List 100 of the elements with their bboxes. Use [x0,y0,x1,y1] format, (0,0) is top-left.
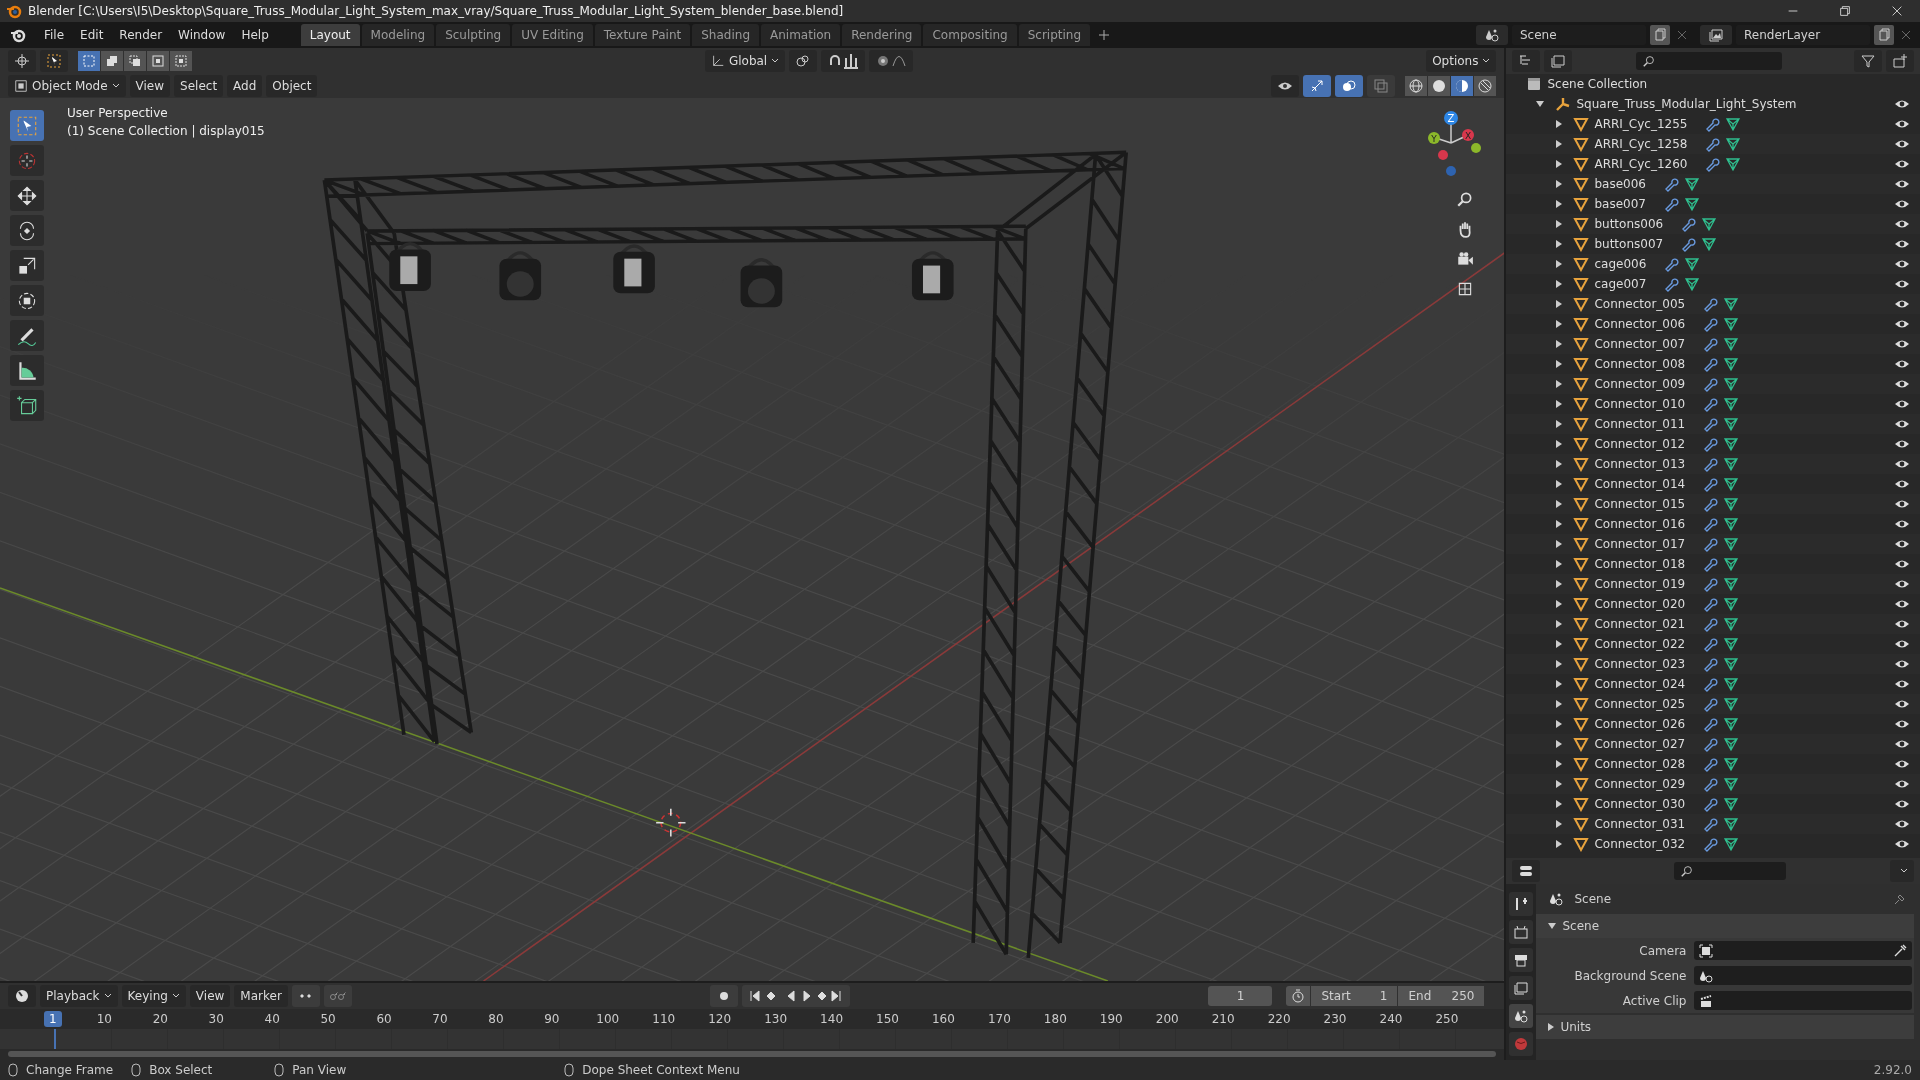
menu-item[interactable]: Edit [72,25,112,45]
mesh-data-icon[interactable] [1723,496,1740,512]
outliner-item[interactable]: Connector_028 [1594,757,1686,771]
tool-button[interactable] [10,390,44,421]
wrench-icon[interactable] [1702,676,1719,692]
timeline-menu[interactable]: Marker [234,985,288,1007]
mesh-data-icon[interactable] [1723,476,1740,492]
outliner-item[interactable]: Connector_025 [1594,697,1686,711]
expand-toggle[interactable] [1556,680,1563,688]
transform-orientation-dropdown[interactable]: Global [704,49,786,72]
copy-icon[interactable] [1650,25,1670,45]
outliner-item[interactable]: Connector_013 [1594,457,1686,471]
wrench-icon[interactable] [1702,436,1719,452]
search-field[interactable] [1674,862,1787,880]
tool-button[interactable] [10,320,44,351]
panel-header[interactable]: Scene [1536,914,1914,938]
expand-toggle[interactable] [1556,200,1563,208]
outliner-item[interactable]: buttons007 [1594,237,1664,251]
new-collection-button[interactable] [1886,50,1914,72]
input-field[interactable] [1694,991,1912,1010]
select-mode-button[interactable] [101,50,123,71]
expand-toggle[interactable] [1556,160,1563,168]
wrench-icon[interactable] [1702,796,1719,812]
snap-button[interactable] [821,49,866,72]
expand-toggle[interactable] [1556,840,1563,848]
workspace-tab[interactable]: Scripting [1018,24,1091,46]
mesh-data-icon[interactable] [1723,356,1740,372]
expand-toggle[interactable] [1556,420,1563,428]
expand-toggle[interactable] [1556,760,1563,768]
expand-toggle[interactable] [1556,800,1563,808]
copy-icon[interactable] [1874,25,1894,45]
panel-title[interactable]: Scene [1562,919,1600,933]
expand-toggle[interactable] [1556,280,1563,288]
outliner-item[interactable]: Connector_012 [1594,437,1686,451]
timeline-menu[interactable]: View [189,985,231,1007]
input-field[interactable] [1694,966,1912,985]
expand-toggle[interactable] [1556,540,1563,548]
image-stack-icon[interactable] [1700,25,1732,45]
pivot-point-button[interactable] [789,49,818,72]
mesh-data-icon[interactable] [1723,456,1740,472]
wrench-icon[interactable] [1704,116,1721,132]
blender-logo-icon[interactable] [10,27,26,43]
mesh-data-icon[interactable] [1723,776,1740,792]
expand-toggle[interactable] [1556,700,1563,708]
mesh-data-icon[interactable] [1723,376,1740,392]
outliner-item[interactable]: Connector_027 [1594,737,1686,751]
expand-toggle[interactable] [1556,440,1563,448]
shading-mode-button[interactable] [1451,75,1474,96]
eyedropper-icon[interactable] [1892,942,1908,959]
wrench-icon[interactable] [1702,456,1719,472]
display-mode-button[interactable] [1512,50,1541,72]
wrench-icon[interactable] [1702,516,1719,532]
wrench-icon[interactable] [1702,736,1719,752]
mesh-data-icon[interactable] [1701,216,1718,232]
workspace-tab[interactable]: Layout [300,24,360,46]
wrench-icon[interactable] [1663,276,1680,292]
stopwatch-icon[interactable] [1286,986,1311,1006]
expand-toggle[interactable] [1556,340,1563,348]
wrench-icon[interactable] [1702,496,1719,512]
wrench-icon[interactable] [1702,776,1719,792]
search-field[interactable] [1636,52,1783,70]
mesh-data-icon[interactable] [1723,556,1740,572]
tool-button[interactable] [10,250,44,281]
mesh-data-icon[interactable] [1723,616,1740,632]
mesh-data-icon[interactable] [1723,316,1740,332]
workspace-tab[interactable]: Animation [761,24,841,46]
wrench-icon[interactable] [1704,136,1721,152]
mesh-data-icon[interactable] [1725,116,1742,132]
workspace-tab[interactable]: Rendering [842,24,922,46]
select-tool-button[interactable] [40,49,68,72]
wrench-icon[interactable] [1702,556,1719,572]
wrench-icon[interactable] [1702,296,1719,312]
wrench-icon[interactable] [1704,156,1721,172]
properties-tab[interactable] [1509,948,1534,972]
panel-title[interactable]: Units [1560,1020,1592,1034]
expand-toggle[interactable] [1556,660,1563,668]
outliner-item[interactable]: Connector_023 [1594,657,1686,671]
menu-item[interactable]: Render [111,25,171,45]
expand-toggle[interactable] [1556,260,1563,268]
select-mode-button[interactable] [124,50,146,71]
scene-icon[interactable] [1476,25,1508,45]
workspace-tab[interactable]: UV Editing [512,24,593,46]
mesh-data-icon[interactable] [1684,276,1701,292]
workspace-tab[interactable]: Modeling [361,24,435,46]
mesh-data-icon[interactable] [1723,816,1740,832]
wrench-icon[interactable] [1702,596,1719,612]
tool-button[interactable] [10,180,44,211]
input-field[interactable] [1694,941,1912,960]
start-frame-field[interactable]: Start 1 [1311,986,1398,1006]
expand-toggle[interactable] [1556,460,1563,468]
outliner-item[interactable]: Connector_015 [1594,497,1686,511]
playback-controls[interactable] [742,985,851,1007]
shading-mode-button[interactable] [1428,75,1451,96]
expand-toggle[interactable] [1556,300,1563,308]
outliner-item[interactable]: Connector_020 [1594,597,1686,611]
expand-toggle[interactable] [1556,480,1563,488]
expand-toggle[interactable] [1556,820,1563,828]
tool-button[interactable] [10,285,44,316]
keyframe-button[interactable] [291,985,320,1007]
workspace-tab[interactable]: Shading [692,24,759,46]
